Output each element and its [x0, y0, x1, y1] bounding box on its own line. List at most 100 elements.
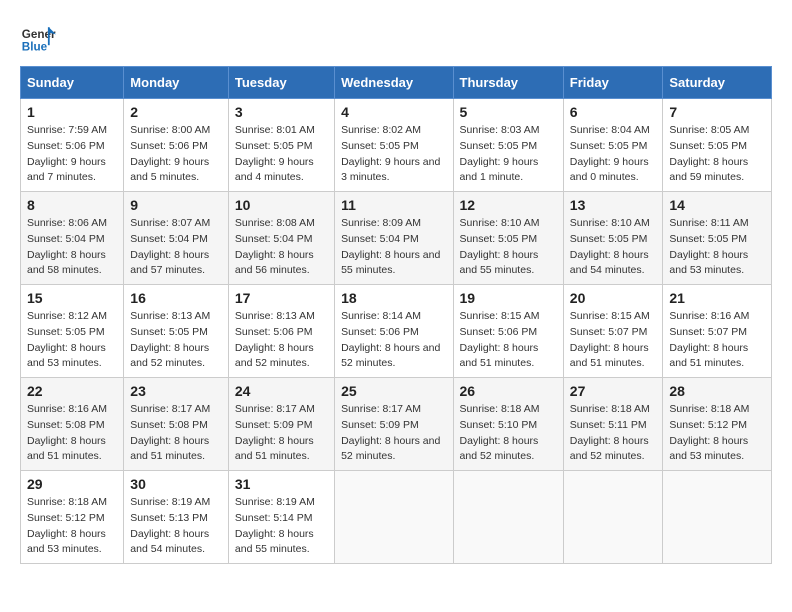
- day-cell: 27 Sunrise: 8:18 AM Sunset: 5:11 PM Dayl…: [563, 378, 663, 471]
- day-cell: 10 Sunrise: 8:08 AM Sunset: 5:04 PM Dayl…: [228, 192, 334, 285]
- day-number: 16: [130, 290, 222, 306]
- day-number: 6: [570, 104, 657, 120]
- day-cell: 26 Sunrise: 8:18 AM Sunset: 5:10 PM Dayl…: [453, 378, 563, 471]
- day-detail: Sunrise: 8:01 AM Sunset: 5:05 PM Dayligh…: [235, 123, 328, 186]
- day-detail: Sunrise: 7:59 AM Sunset: 5:06 PM Dayligh…: [27, 123, 117, 186]
- day-cell: 16 Sunrise: 8:13 AM Sunset: 5:05 PM Dayl…: [124, 285, 229, 378]
- col-friday: Friday: [563, 67, 663, 99]
- day-cell: 11 Sunrise: 8:09 AM Sunset: 5:04 PM Dayl…: [335, 192, 453, 285]
- day-detail: Sunrise: 8:09 AM Sunset: 5:04 PM Dayligh…: [341, 216, 446, 279]
- day-cell: 21 Sunrise: 8:16 AM Sunset: 5:07 PM Dayl…: [663, 285, 772, 378]
- week-row-2: 8 Sunrise: 8:06 AM Sunset: 5:04 PM Dayli…: [21, 192, 772, 285]
- day-number: 1: [27, 104, 117, 120]
- day-number: 3: [235, 104, 328, 120]
- day-cell: 31 Sunrise: 8:19 AM Sunset: 5:14 PM Dayl…: [228, 471, 334, 564]
- col-saturday: Saturday: [663, 67, 772, 99]
- day-detail: Sunrise: 8:18 AM Sunset: 5:12 PM Dayligh…: [27, 495, 117, 558]
- day-cell: 17 Sunrise: 8:13 AM Sunset: 5:06 PM Dayl…: [228, 285, 334, 378]
- header-row: SundayMondayTuesdayWednesdayThursdayFrid…: [21, 67, 772, 99]
- day-number: 13: [570, 197, 657, 213]
- day-number: 5: [460, 104, 557, 120]
- day-number: 15: [27, 290, 117, 306]
- day-number: 25: [341, 383, 446, 399]
- day-cell: 23 Sunrise: 8:17 AM Sunset: 5:08 PM Dayl…: [124, 378, 229, 471]
- day-detail: Sunrise: 8:11 AM Sunset: 5:05 PM Dayligh…: [669, 216, 765, 279]
- header: General Blue: [20, 20, 772, 56]
- day-detail: Sunrise: 8:15 AM Sunset: 5:07 PM Dayligh…: [570, 309, 657, 372]
- day-detail: Sunrise: 8:18 AM Sunset: 5:11 PM Dayligh…: [570, 402, 657, 465]
- day-cell: 14 Sunrise: 8:11 AM Sunset: 5:05 PM Dayl…: [663, 192, 772, 285]
- day-cell: [663, 471, 772, 564]
- day-cell: 28 Sunrise: 8:18 AM Sunset: 5:12 PM Dayl…: [663, 378, 772, 471]
- calendar-table: SundayMondayTuesdayWednesdayThursdayFrid…: [20, 66, 772, 564]
- day-detail: Sunrise: 8:17 AM Sunset: 5:09 PM Dayligh…: [341, 402, 446, 465]
- day-number: 27: [570, 383, 657, 399]
- day-cell: 29 Sunrise: 8:18 AM Sunset: 5:12 PM Dayl…: [21, 471, 124, 564]
- day-cell: 13 Sunrise: 8:10 AM Sunset: 5:05 PM Dayl…: [563, 192, 663, 285]
- day-detail: Sunrise: 8:10 AM Sunset: 5:05 PM Dayligh…: [460, 216, 557, 279]
- day-number: 22: [27, 383, 117, 399]
- day-detail: Sunrise: 8:02 AM Sunset: 5:05 PM Dayligh…: [341, 123, 446, 186]
- day-cell: 18 Sunrise: 8:14 AM Sunset: 5:06 PM Dayl…: [335, 285, 453, 378]
- day-cell: 7 Sunrise: 8:05 AM Sunset: 5:05 PM Dayli…: [663, 99, 772, 192]
- day-detail: Sunrise: 8:00 AM Sunset: 5:06 PM Dayligh…: [130, 123, 222, 186]
- day-number: 21: [669, 290, 765, 306]
- day-cell: 9 Sunrise: 8:07 AM Sunset: 5:04 PM Dayli…: [124, 192, 229, 285]
- col-monday: Monday: [124, 67, 229, 99]
- day-cell: 2 Sunrise: 8:00 AM Sunset: 5:06 PM Dayli…: [124, 99, 229, 192]
- col-thursday: Thursday: [453, 67, 563, 99]
- day-cell: 22 Sunrise: 8:16 AM Sunset: 5:08 PM Dayl…: [21, 378, 124, 471]
- logo: General Blue: [20, 20, 60, 56]
- day-number: 10: [235, 197, 328, 213]
- day-detail: Sunrise: 8:12 AM Sunset: 5:05 PM Dayligh…: [27, 309, 117, 372]
- day-number: 8: [27, 197, 117, 213]
- day-cell: 6 Sunrise: 8:04 AM Sunset: 5:05 PM Dayli…: [563, 99, 663, 192]
- day-number: 14: [669, 197, 765, 213]
- day-detail: Sunrise: 8:10 AM Sunset: 5:05 PM Dayligh…: [570, 216, 657, 279]
- week-row-3: 15 Sunrise: 8:12 AM Sunset: 5:05 PM Dayl…: [21, 285, 772, 378]
- col-wednesday: Wednesday: [335, 67, 453, 99]
- day-detail: Sunrise: 8:19 AM Sunset: 5:14 PM Dayligh…: [235, 495, 328, 558]
- day-cell: 8 Sunrise: 8:06 AM Sunset: 5:04 PM Dayli…: [21, 192, 124, 285]
- day-detail: Sunrise: 8:13 AM Sunset: 5:06 PM Dayligh…: [235, 309, 328, 372]
- day-detail: Sunrise: 8:16 AM Sunset: 5:07 PM Dayligh…: [669, 309, 765, 372]
- week-row-1: 1 Sunrise: 7:59 AM Sunset: 5:06 PM Dayli…: [21, 99, 772, 192]
- logo-icon: General Blue: [20, 20, 56, 56]
- day-detail: Sunrise: 8:16 AM Sunset: 5:08 PM Dayligh…: [27, 402, 117, 465]
- day-cell: [563, 471, 663, 564]
- day-number: 17: [235, 290, 328, 306]
- day-cell: 4 Sunrise: 8:02 AM Sunset: 5:05 PM Dayli…: [335, 99, 453, 192]
- day-number: 19: [460, 290, 557, 306]
- day-number: 7: [669, 104, 765, 120]
- day-detail: Sunrise: 8:14 AM Sunset: 5:06 PM Dayligh…: [341, 309, 446, 372]
- day-number: 2: [130, 104, 222, 120]
- day-number: 11: [341, 197, 446, 213]
- week-row-5: 29 Sunrise: 8:18 AM Sunset: 5:12 PM Dayl…: [21, 471, 772, 564]
- week-row-4: 22 Sunrise: 8:16 AM Sunset: 5:08 PM Dayl…: [21, 378, 772, 471]
- day-number: 24: [235, 383, 328, 399]
- day-number: 29: [27, 476, 117, 492]
- day-cell: [335, 471, 453, 564]
- day-detail: Sunrise: 8:06 AM Sunset: 5:04 PM Dayligh…: [27, 216, 117, 279]
- day-number: 30: [130, 476, 222, 492]
- day-cell: 12 Sunrise: 8:10 AM Sunset: 5:05 PM Dayl…: [453, 192, 563, 285]
- day-number: 12: [460, 197, 557, 213]
- day-cell: 1 Sunrise: 7:59 AM Sunset: 5:06 PM Dayli…: [21, 99, 124, 192]
- col-sunday: Sunday: [21, 67, 124, 99]
- day-detail: Sunrise: 8:07 AM Sunset: 5:04 PM Dayligh…: [130, 216, 222, 279]
- day-detail: Sunrise: 8:13 AM Sunset: 5:05 PM Dayligh…: [130, 309, 222, 372]
- day-cell: 3 Sunrise: 8:01 AM Sunset: 5:05 PM Dayli…: [228, 99, 334, 192]
- day-number: 20: [570, 290, 657, 306]
- day-cell: 25 Sunrise: 8:17 AM Sunset: 5:09 PM Dayl…: [335, 378, 453, 471]
- day-number: 26: [460, 383, 557, 399]
- day-cell: 5 Sunrise: 8:03 AM Sunset: 5:05 PM Dayli…: [453, 99, 563, 192]
- day-cell: 19 Sunrise: 8:15 AM Sunset: 5:06 PM Dayl…: [453, 285, 563, 378]
- day-detail: Sunrise: 8:18 AM Sunset: 5:10 PM Dayligh…: [460, 402, 557, 465]
- day-number: 9: [130, 197, 222, 213]
- day-number: 28: [669, 383, 765, 399]
- day-cell: 24 Sunrise: 8:17 AM Sunset: 5:09 PM Dayl…: [228, 378, 334, 471]
- day-detail: Sunrise: 8:15 AM Sunset: 5:06 PM Dayligh…: [460, 309, 557, 372]
- day-cell: 20 Sunrise: 8:15 AM Sunset: 5:07 PM Dayl…: [563, 285, 663, 378]
- day-number: 4: [341, 104, 446, 120]
- day-cell: 30 Sunrise: 8:19 AM Sunset: 5:13 PM Dayl…: [124, 471, 229, 564]
